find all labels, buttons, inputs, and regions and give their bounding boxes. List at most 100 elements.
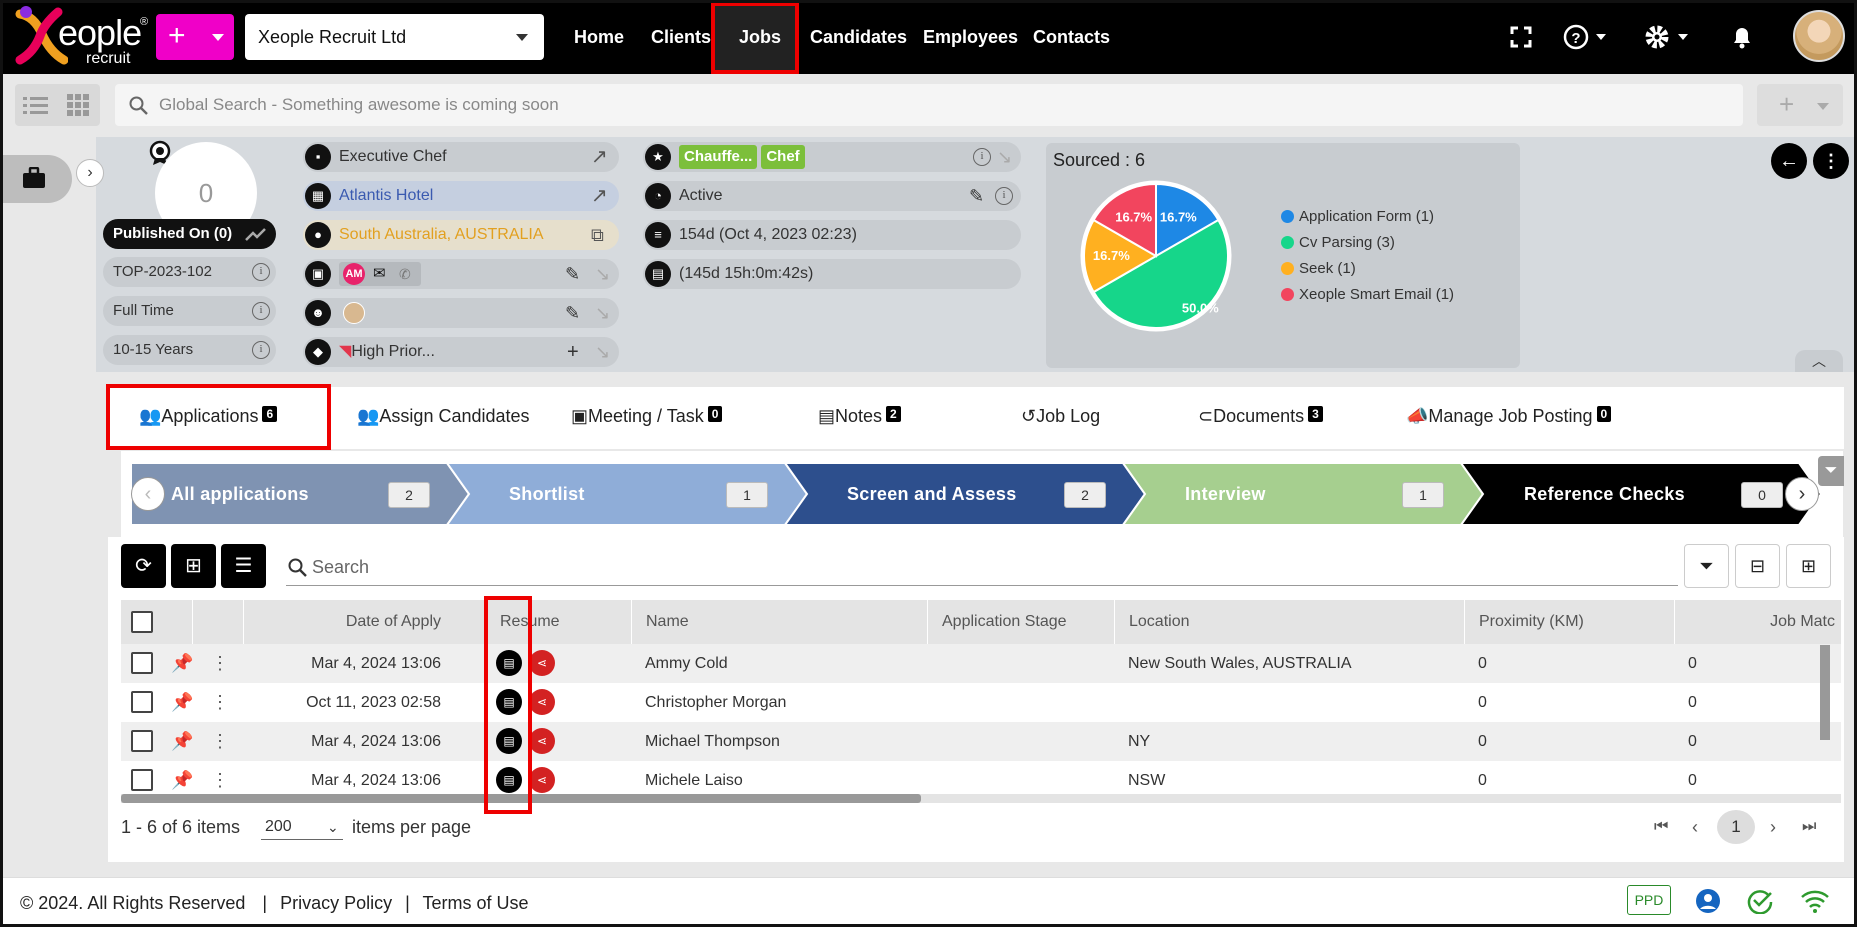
external-arrow-icon[interactable]: ↗ (591, 142, 608, 172)
nav-home[interactable]: Home (574, 0, 624, 74)
list-view-icon[interactable] (23, 93, 49, 117)
info-icon[interactable]: i (973, 148, 991, 166)
info-icon[interactable]: i (252, 341, 270, 359)
pin-icon[interactable]: 📌 (171, 683, 193, 722)
pin-icon[interactable]: 📌 (171, 722, 193, 761)
tab-notes[interactable]: ▤Notes 2 (818, 406, 901, 427)
terms-of-use-link[interactable]: Terms of Use (423, 893, 529, 913)
user-circle-icon[interactable] (1695, 888, 1721, 914)
col-name[interactable]: Name (631, 600, 926, 644)
legend-item[interactable]: Xeople Smart Email (1) (1281, 286, 1454, 303)
notification-bell-icon[interactable] (1730, 24, 1754, 50)
collapse-header-button[interactable]: ︿ (1795, 350, 1843, 372)
quick-add-button[interactable]: + (156, 14, 234, 60)
tab-assign-candidates[interactable]: 👥Assign Candidates (357, 406, 530, 427)
pipeline-prev-button[interactable]: ‹ (131, 477, 165, 511)
row-menu-icon[interactable]: ⋮ (211, 683, 229, 722)
open-new-icon[interactable]: ⧉ (591, 220, 604, 250)
current-page[interactable]: 1 (1717, 810, 1755, 844)
published-on-pill[interactable]: Published On (0) (103, 219, 276, 249)
stage-screen-and-assess[interactable]: Screen and Assess (847, 463, 1017, 525)
candidate-name[interactable]: Michael Thompson (645, 722, 780, 761)
contact-avatar[interactable] (343, 302, 365, 324)
per-page-select[interactable]: 200 ⌄ (261, 814, 343, 840)
stage-reference-checks[interactable]: Reference Checks (1524, 463, 1685, 525)
user-avatar[interactable] (1793, 10, 1845, 62)
refresh-button[interactable]: ⟳ (121, 544, 166, 588)
sort-filter-button[interactable]: ☰ (221, 544, 266, 588)
grid-view-icon[interactable] (67, 94, 89, 116)
sidebar-item-jobs[interactable] (0, 155, 72, 203)
stage-shortlist[interactable]: Shortlist (509, 463, 585, 525)
row-checkbox[interactable] (131, 769, 153, 791)
hierarchy-button[interactable]: ⊞ (171, 544, 216, 588)
row-checkbox[interactable] (131, 652, 153, 674)
table-row[interactable]: 📌 ⋮ Oct 11, 2023 02:58 ▤ ⋖ Christopher Morgan… (121, 683, 1841, 722)
prev-page-icon[interactable]: ‹ (1692, 814, 1698, 840)
table-row[interactable]: 📌 ⋮ Mar 4, 2024 13:06 ▤ ⋖ Michael Thompson NY 0… (121, 722, 1841, 761)
settings-gear-icon[interactable] (1642, 22, 1692, 52)
company-select[interactable]: Xeople Recruit Ltd (245, 14, 544, 60)
row-menu-icon[interactable]: ⋮ (211, 722, 229, 761)
stage-interview[interactable]: Interview (1185, 463, 1266, 525)
external-arrow-icon[interactable]: ↗ (591, 181, 608, 211)
add-record-button[interactable]: + (1757, 84, 1843, 126)
next-page-icon[interactable]: › (1770, 814, 1776, 840)
col-job-match[interactable]: Job Matc (1674, 600, 1841, 644)
info-icon[interactable]: i (252, 302, 270, 320)
col-location[interactable]: Location (1114, 600, 1464, 644)
edit-pencil-icon[interactable]: ✎ (565, 259, 580, 289)
vertical-scrollbar[interactable] (1820, 645, 1830, 740)
col-date-of-apply[interactable]: Date of Apply (243, 600, 463, 644)
applications-search-input[interactable]: Search (286, 548, 1678, 586)
tab-documents[interactable]: ⊂Documents 3 (1198, 406, 1323, 427)
info-icon[interactable]: i (252, 263, 270, 281)
ppd-badge[interactable]: PPD (1627, 885, 1671, 915)
row-menu-icon[interactable]: ⋮ (211, 644, 229, 683)
xeople-logo[interactable]: eople ® recruit (14, 4, 148, 70)
tab-meeting-task[interactable]: ▣Meeting / Task 0 (571, 406, 723, 427)
candidate-name[interactable]: Christopher Morgan (645, 683, 786, 722)
col-application-stage[interactable]: Application Stage (927, 600, 1114, 644)
nav-jobs[interactable]: Jobs (739, 0, 781, 74)
privacy-policy-link[interactable]: Privacy Policy (280, 893, 392, 913)
nav-employees[interactable]: Employees (923, 0, 1018, 74)
stage-all-applications[interactable]: All applications (171, 463, 309, 525)
help-icon[interactable]: ? (1562, 23, 1608, 51)
legend-item[interactable]: Seek (1) (1281, 260, 1356, 277)
pipeline-next-button[interactable]: › (1785, 477, 1819, 511)
tab-manage-job-posting[interactable]: 📣Manage Job Posting 0 (1406, 406, 1612, 427)
email-icon[interactable]: ✉ (373, 259, 386, 289)
candidate-name[interactable]: Ammy Cold (645, 644, 728, 683)
back-arrow-button[interactable]: ← (1771, 143, 1807, 179)
fullscreen-icon[interactable] (1510, 26, 1532, 48)
table-row[interactable]: 📌 ⋮ Mar 4, 2024 13:06 ▤ ⋖ Ammy Cold New South … (121, 644, 1841, 683)
edit-pencil-icon[interactable]: ✎ (969, 181, 984, 211)
pin-icon[interactable]: 📌 (171, 644, 193, 683)
check-circle-icon[interactable] (1747, 888, 1775, 914)
grid-view-button[interactable]: ⊞ (1786, 544, 1831, 588)
share-icon[interactable]: ⋖ (529, 689, 555, 715)
share-icon[interactable]: ⋖ (529, 728, 555, 754)
tab-applications[interactable]: 👥Applications 6 (139, 406, 278, 427)
more-options-button[interactable]: ⋮ (1813, 143, 1849, 179)
sidebar-expand-button[interactable]: › (76, 159, 104, 187)
column-layout-button[interactable]: ⊟ (1735, 544, 1780, 588)
nav-contacts[interactable]: Contacts (1033, 0, 1110, 74)
first-page-icon[interactable]: ⏮ (1654, 814, 1668, 840)
edit-pencil-icon[interactable]: ✎ (565, 298, 580, 328)
pipeline-filter-icon[interactable]: ⏷ (1818, 456, 1844, 486)
row-checkbox[interactable] (131, 730, 153, 752)
share-icon[interactable]: ⋖ (529, 650, 555, 676)
row-checkbox[interactable] (131, 691, 153, 713)
legend-item[interactable]: Cv Parsing (3) (1281, 234, 1395, 251)
last-page-icon[interactable]: ⏭ (1802, 814, 1816, 840)
share-icon[interactable]: ⋖ (529, 767, 555, 793)
tab-job-log[interactable]: ↺Job Log (1021, 406, 1100, 427)
client-name[interactable]: Atlantis Hotel (339, 187, 433, 204)
info-icon[interactable]: i (995, 187, 1013, 205)
select-all-checkbox[interactable] (131, 611, 153, 633)
col-proximity[interactable]: Proximity (KM) (1464, 600, 1674, 644)
nav-clients[interactable]: Clients (651, 0, 711, 74)
add-icon[interactable]: + (567, 337, 579, 367)
